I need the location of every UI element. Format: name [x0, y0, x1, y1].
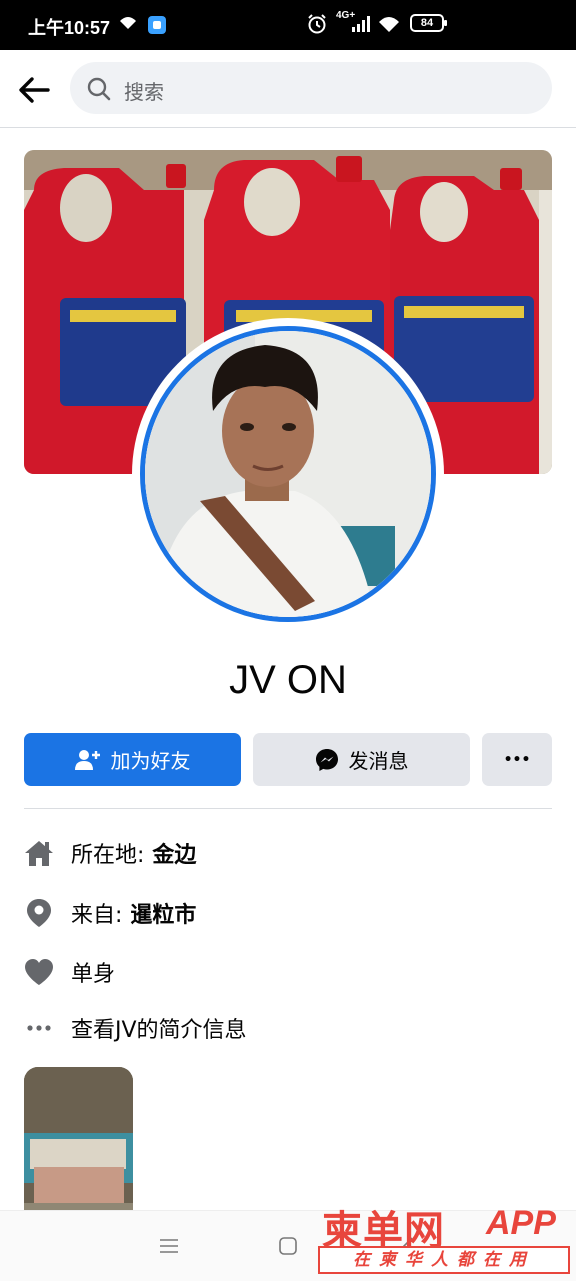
home-icon [24, 838, 54, 868]
more-dots-icon [24, 1013, 54, 1043]
add-friend-button[interactable]: 加为好友 [24, 733, 241, 786]
wifi-icon [379, 17, 399, 32]
from-value[interactable]: 暹粒市 [130, 897, 196, 929]
featured-photo-thumbnail[interactable] [24, 1067, 133, 1210]
watermark-slogan: 在柬华人都在用 [318, 1246, 570, 1274]
search-header: 搜索 [0, 50, 576, 128]
avatar-image [145, 331, 431, 617]
more-dots-icon: ••• [503, 751, 531, 768]
location-pin-icon [24, 898, 54, 928]
search-icon [87, 77, 111, 101]
watermark-app: APP [486, 1204, 556, 1242]
message-button[interactable]: 发消息 [253, 733, 470, 786]
from-label: 来自: [71, 903, 123, 928]
see-about-link[interactable]: 查看JV的简介信息 [24, 1008, 552, 1048]
menu-icon[interactable] [160, 1239, 178, 1253]
status-bar: 上午10:57 4G+ 84 [0, 0, 576, 50]
app-notification-icon [148, 16, 166, 34]
see-about-label: 查看JV的简介信息 [71, 1018, 247, 1043]
add-friend-label: 加为好友 [110, 749, 191, 773]
info-row-lives-in: 所在地: 金边 [24, 833, 552, 873]
featured-photo-image [24, 1067, 133, 1210]
messenger-icon [315, 748, 338, 771]
section-divider [24, 808, 552, 809]
back-arrow-icon[interactable] [14, 70, 54, 110]
heart-icon [24, 957, 54, 987]
info-row-relationship: 单身 [24, 952, 552, 992]
add-friend-icon [74, 749, 100, 770]
watermark-logo: 柬单网 APP 在柬华人都在用 [318, 1198, 572, 1278]
profile-name: JV ON [229, 658, 347, 702]
message-label: 发消息 [348, 749, 409, 773]
home-button-icon[interactable] [279, 1237, 297, 1255]
lives-in-label: 所在地: [71, 843, 145, 868]
profile-avatar[interactable] [140, 326, 436, 622]
search-input[interactable]: 搜索 [70, 62, 552, 114]
info-row-from: 来自: 暹粒市 [24, 893, 552, 933]
status-time: 上午10:57 [28, 18, 111, 38]
more-options-button[interactable]: ••• [482, 733, 552, 786]
lives-in-value[interactable]: 金边 [152, 837, 196, 869]
relationship-status: 单身 [71, 962, 116, 987]
search-placeholder: 搜索 [124, 80, 164, 104]
battery-indicator: 84 [410, 14, 447, 32]
alarm-icon [308, 14, 326, 34]
wifi-icon [120, 17, 136, 29]
signal-icon [352, 16, 370, 32]
